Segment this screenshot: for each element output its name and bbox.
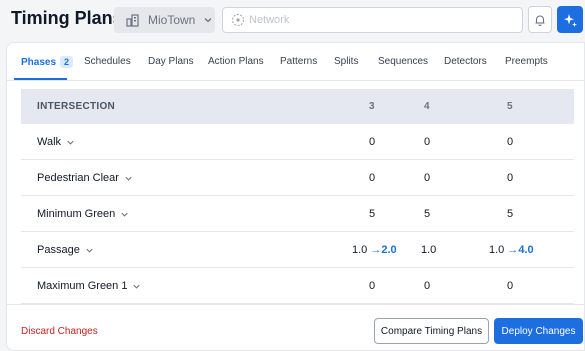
active-tab-indicator (14, 78, 67, 80)
cell-phase-3: 0 (369, 280, 376, 292)
network-search[interactable] (222, 7, 523, 33)
new-value: →4.0 (507, 244, 534, 256)
cell-phase-5: 0 (507, 136, 514, 148)
chevron-down-icon (204, 18, 212, 23)
column-header-phase-4: 4 (424, 101, 430, 112)
action-footer: Discard Changes Compare Timing Plans Dep… (7, 304, 584, 350)
column-header-phase-5: 5 (507, 101, 513, 112)
chevron-down-icon (125, 176, 132, 181)
page-title: Timing Plans (11, 8, 123, 28)
table-row: Pedestrian Clear 0 0 0 (21, 160, 574, 196)
cell-phase-3: 0 (369, 172, 376, 184)
row-toggle-pedestrian-clear[interactable]: Pedestrian Clear (37, 172, 133, 184)
timing-plans-card: Phases 2 Schedules Day Plans Action Plans… (6, 42, 585, 351)
row-toggle-passage[interactable]: Passage (37, 244, 94, 256)
cell-phase-5: 0 (507, 172, 514, 184)
top-bar: Timing Plans MioTown (0, 0, 585, 40)
timing-plans-app: Timing Plans MioTown Network Phases 2 Sc… (0, 0, 585, 351)
table-row: Maximum Green 1 0 0 0 (21, 268, 574, 304)
notifications-button[interactable] (528, 6, 552, 33)
old-value: 1.0 (352, 244, 368, 256)
row-label: Passage (37, 244, 80, 256)
city-select[interactable]: MioTown (114, 7, 215, 33)
row-toggle-maximum-green-1[interactable]: Maximum Green 1 (37, 280, 141, 292)
cell-phase-5: 1.0 →4.0 (489, 244, 534, 256)
table-row: Passage 1.0 →2.0 1.0 1.0 →4.0 (21, 232, 574, 268)
row-label: Pedestrian Clear (37, 172, 119, 184)
cell-phase-4: 5 (424, 208, 431, 220)
city-select-value: MioTown (148, 13, 196, 27)
tab-label: Phases (21, 57, 57, 68)
bell-icon (535, 14, 545, 26)
row-label: Minimum Green (37, 208, 116, 220)
old-value: 1.0 (489, 244, 505, 256)
sparkle-icon (564, 13, 577, 27)
table-row: Walk 0 0 0 (21, 124, 574, 160)
row-toggle-minimum-green[interactable]: Minimum Green (37, 208, 129, 220)
row-toggle-walk[interactable]: Walk (37, 136, 75, 148)
tab-action-plans[interactable]: Action Plans (208, 56, 264, 67)
cell-phase-3: 1.0 →2.0 (352, 244, 397, 256)
building-icon (126, 14, 139, 27)
network-icon (232, 14, 244, 26)
cell-phase-5: 0 (507, 280, 514, 292)
network-search-input[interactable] (249, 14, 509, 26)
tab-schedules[interactable]: Schedules (84, 56, 131, 67)
tab-patterns[interactable]: Patterns (280, 56, 317, 67)
table-row: Minimum Green 5 5 5 (21, 196, 574, 232)
chevron-down-icon (67, 140, 74, 145)
chevron-down-icon (133, 284, 141, 289)
discard-changes-link[interactable]: Discard Changes (21, 326, 98, 337)
tab-phases[interactable]: Phases 2 (21, 56, 74, 68)
cell-phase-4: 0 (424, 280, 431, 292)
tab-sequences[interactable]: Sequences (378, 56, 428, 67)
cell-phase-4: 0 (424, 136, 431, 148)
tab-bar: Phases 2 Schedules Day Plans Action Plans… (7, 43, 584, 81)
cell-phase-4: 0 (424, 172, 431, 184)
chevron-down-icon (121, 212, 128, 217)
compare-timing-plans-button[interactable]: Compare Timing Plans (374, 318, 489, 344)
new-value: →2.0 (370, 244, 397, 256)
column-header-intersection: INTERSECTION (37, 101, 116, 112)
cell-phase-3: 5 (369, 208, 376, 220)
count-badge: 2 (60, 56, 74, 68)
ai-assistant-button[interactable] (557, 6, 583, 33)
row-label: Walk (37, 136, 62, 148)
cell-phase-3: 0 (369, 136, 376, 148)
cell-phase-5: 5 (507, 208, 514, 220)
chevron-down-icon (86, 248, 93, 253)
column-header-phase-3: 3 (369, 101, 375, 112)
cell-phase-4: 1.0 (421, 244, 437, 256)
deploy-changes-button[interactable]: Deploy Changes (494, 318, 583, 344)
tab-detectors[interactable]: Detectors (444, 56, 487, 67)
tab-splits[interactable]: Splits (334, 56, 358, 67)
row-label: Maximum Green 1 (37, 280, 128, 292)
tab-day-plans[interactable]: Day Plans (148, 56, 194, 67)
table-header: INTERSECTION 3 4 5 (21, 89, 574, 124)
tab-preempts[interactable]: Preempts (505, 56, 548, 67)
